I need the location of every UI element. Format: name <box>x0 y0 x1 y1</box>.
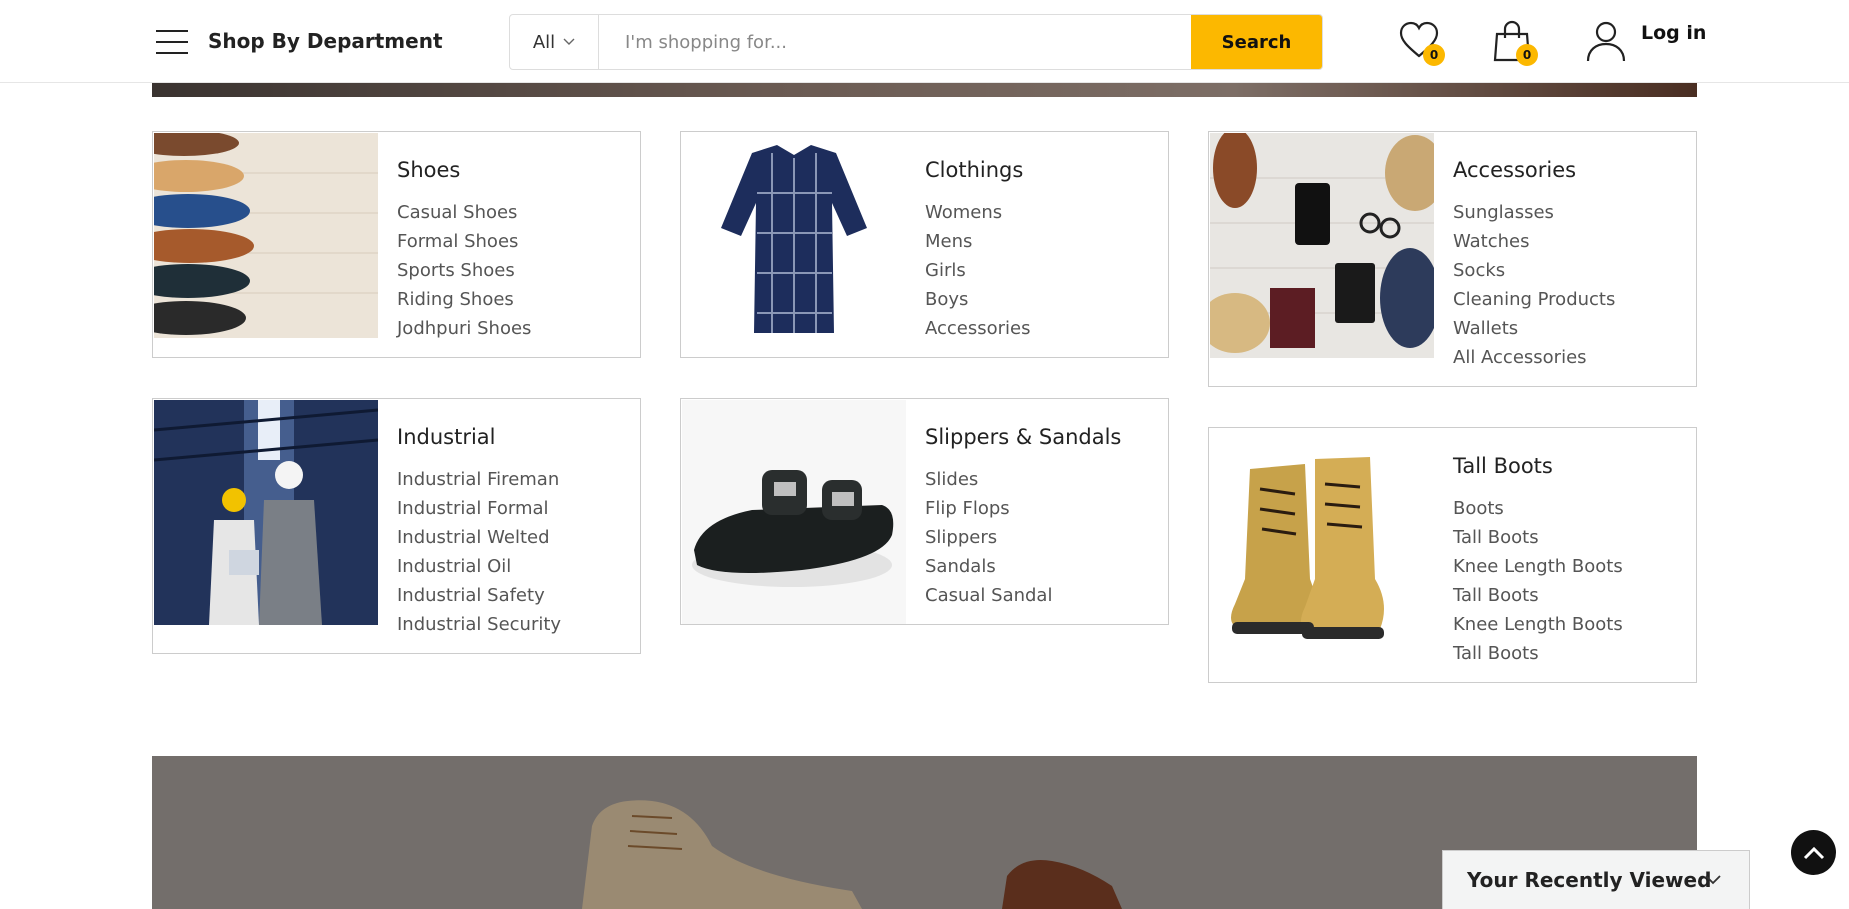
category-link[interactable]: Industrial Oil <box>397 552 561 581</box>
category-card-accessories[interactable]: Accessories Sunglasses Watches Socks Cle… <box>1208 131 1697 387</box>
sandals-image <box>682 400 906 624</box>
recently-viewed-label: Your Recently Viewed <box>1467 868 1712 892</box>
category-links: Clothings Womens Mens Girls Boys Accesso… <box>925 158 1031 343</box>
category-link[interactable]: Slides <box>925 465 1121 494</box>
category-link[interactable]: Sports Shoes <box>397 256 531 285</box>
boots-image <box>1210 429 1434 654</box>
cart-count-badge: 0 <box>1516 44 1538 66</box>
category-link[interactable]: Boys <box>925 285 1031 314</box>
search-category-value: All <box>532 31 556 53</box>
wishlist-count-badge: 0 <box>1423 44 1445 66</box>
category-link[interactable]: All Accessories <box>1453 343 1615 372</box>
category-link[interactable]: Casual Shoes <box>397 198 531 227</box>
industrial-image <box>154 400 378 625</box>
shoes-image <box>154 133 378 338</box>
category-links: Shoes Casual Shoes Formal Shoes Sports S… <box>397 158 531 343</box>
category-link[interactable]: Casual Sandal <box>925 581 1121 610</box>
category-title[interactable]: Slippers & Sandals <box>925 425 1121 449</box>
category-links: Industrial Industrial Fireman Industrial… <box>397 425 561 639</box>
category-link[interactable]: Knee Length Boots <box>1453 552 1623 581</box>
category-title[interactable]: Accessories <box>1453 158 1615 182</box>
category-link[interactable]: Slippers <box>925 523 1121 552</box>
category-links: Slippers & Sandals Slides Flip Flops Sli… <box>925 425 1121 610</box>
category-link[interactable]: Tall Boots <box>1453 639 1623 668</box>
category-title[interactable]: Tall Boots <box>1453 454 1623 478</box>
category-link[interactable]: Knee Length Boots <box>1453 610 1623 639</box>
category-link[interactable]: Womens <box>925 198 1031 227</box>
accessories-image <box>1210 133 1434 358</box>
chevron-down-icon <box>563 38 575 45</box>
category-link[interactable]: Sunglasses <box>1453 198 1615 227</box>
recently-viewed-toggle[interactable]: Your Recently Viewed <box>1442 850 1750 909</box>
search-bar: All Search <box>509 14 1323 70</box>
chevron-up-icon <box>1803 846 1824 859</box>
category-link[interactable]: Industrial Formal <box>397 494 561 523</box>
back-to-top-button[interactable] <box>1791 830 1836 875</box>
site-header: Shop By Department All Search 0 0 Log in <box>0 0 1849 83</box>
category-card-clothings[interactable]: Clothings Womens Mens Girls Boys Accesso… <box>680 131 1169 358</box>
shop-by-department-label[interactable]: Shop By Department <box>208 29 443 53</box>
category-card-shoes[interactable]: Shoes Casual Shoes Formal Shoes Sports S… <box>152 131 641 358</box>
cart-button[interactable]: 0 <box>1492 20 1538 66</box>
category-card-slippers-sandals[interactable]: Slippers & Sandals Slides Flip Flops Sli… <box>680 398 1169 625</box>
category-link[interactable]: Sandals <box>925 552 1121 581</box>
category-title[interactable]: Shoes <box>397 158 531 182</box>
category-link[interactable]: Jodhpuri Shoes <box>397 314 531 343</box>
category-link[interactable]: Formal Shoes <box>397 227 531 256</box>
category-link[interactable]: Industrial Safety <box>397 581 561 610</box>
menu-icon[interactable] <box>156 30 188 54</box>
category-card-industrial[interactable]: Industrial Industrial Fireman Industrial… <box>152 398 641 654</box>
category-link[interactable]: Cleaning Products <box>1453 285 1615 314</box>
category-link[interactable]: Industrial Fireman <box>397 465 561 494</box>
category-link[interactable]: Girls <box>925 256 1031 285</box>
category-link[interactable]: Flip Flops <box>925 494 1121 523</box>
wishlist-button[interactable]: 0 <box>1399 20 1445 66</box>
chevron-down-icon <box>1705 875 1721 885</box>
category-links: Tall Boots Boots Tall Boots Knee Length … <box>1453 454 1623 668</box>
category-link[interactable]: Industrial Welted <box>397 523 561 552</box>
category-link[interactable]: Boots <box>1453 494 1623 523</box>
search-button[interactable]: Search <box>1191 15 1322 69</box>
category-link[interactable]: Industrial Security <box>397 610 561 639</box>
category-link[interactable]: Wallets <box>1453 314 1615 343</box>
category-card-tall-boots[interactable]: Tall Boots Boots Tall Boots Knee Length … <box>1208 427 1697 683</box>
search-category-select[interactable]: All <box>510 15 599 69</box>
category-link[interactable]: Accessories <box>925 314 1031 343</box>
category-link[interactable]: Tall Boots <box>1453 581 1623 610</box>
category-link[interactable]: Tall Boots <box>1453 523 1623 552</box>
account-button[interactable] <box>1586 20 1632 66</box>
category-title[interactable]: Industrial <box>397 425 561 449</box>
user-icon <box>1586 21 1626 62</box>
category-link[interactable]: Socks <box>1453 256 1615 285</box>
category-links: Accessories Sunglasses Watches Socks Cle… <box>1453 158 1615 372</box>
category-link[interactable]: Watches <box>1453 227 1615 256</box>
category-title[interactable]: Clothings <box>925 158 1031 182</box>
category-link[interactable]: Riding Shoes <box>397 285 531 314</box>
login-link[interactable]: Log in <box>1641 22 1706 44</box>
category-link[interactable]: Mens <box>925 227 1031 256</box>
clothings-image <box>682 133 906 357</box>
search-input[interactable] <box>599 15 1191 69</box>
